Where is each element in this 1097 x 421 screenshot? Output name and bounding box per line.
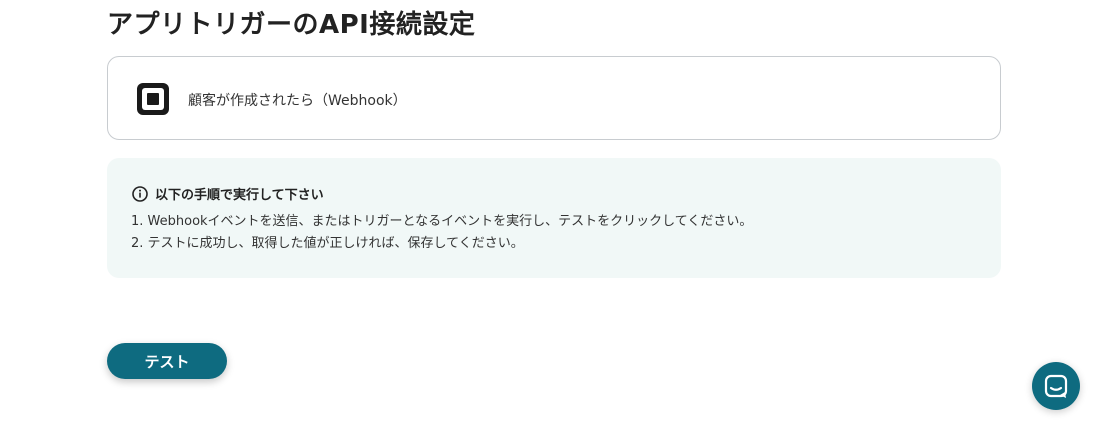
instructions-title: 以下の手順で実行して下さい bbox=[155, 188, 324, 203]
trigger-label: 顧客が作成されたら（Webhook） bbox=[188, 93, 407, 109]
instruction-step-2: 2. テストに成功し、取得した値が正しければ、保存してください。 bbox=[131, 236, 524, 251]
app-trigger-settings-page: アプリトリガーのAPI接続設定 顧客が作成されたら（Webhook） 以下の手順… bbox=[0, 0, 1097, 421]
instruction-step-1: 1. Webhookイベントを送信、またはトリガーとなるイベントを実行し、テスト… bbox=[131, 214, 753, 229]
instructions-panel: 以下の手順で実行して下さい 1. Webhookイベントを送信、またはトリガーと… bbox=[107, 158, 1001, 278]
instructions-header: 以下の手順で実行して下さい bbox=[132, 184, 324, 203]
trigger-card: 顧客が作成されたら（Webhook） bbox=[107, 56, 1001, 140]
page-title: アプリトリガーのAPI接続設定 bbox=[107, 10, 476, 40]
instructions-steps: 1. Webhookイベントを送信、またはトリガーとなるイベントを実行し、テスト… bbox=[131, 211, 752, 255]
info-circle-icon bbox=[132, 185, 148, 202]
chat-launcher-button[interactable] bbox=[1032, 362, 1080, 410]
test-button[interactable]: テスト bbox=[107, 343, 227, 379]
square-logo-icon bbox=[137, 83, 169, 115]
chat-bubble-icon bbox=[1044, 374, 1068, 398]
